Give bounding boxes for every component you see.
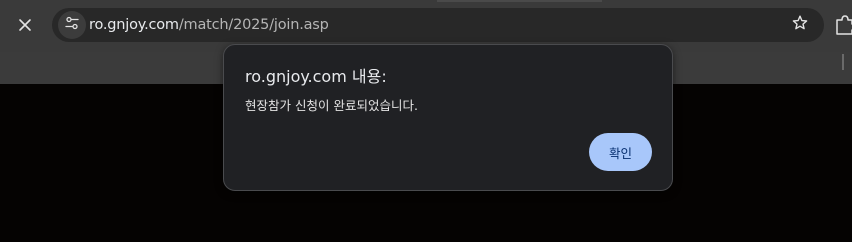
bookmark-bar-divider — [842, 54, 844, 70]
close-button[interactable] — [11, 12, 39, 40]
extensions-button[interactable] — [834, 14, 852, 36]
tune-icon — [64, 15, 80, 35]
star-icon — [791, 14, 809, 36]
dialog-title: ro.gnjoy.com 내용: — [245, 67, 387, 86]
close-icon — [18, 17, 32, 36]
site-info-button[interactable] — [58, 11, 86, 39]
puzzle-icon — [834, 15, 852, 36]
confirm-button[interactable]: 확인 — [589, 133, 652, 171]
bookmark-button[interactable] — [788, 13, 812, 37]
url-domain: ro.gnjoy.com — [89, 17, 179, 33]
tab-strip-edge — [437, 0, 602, 2]
dialog-message: 현장참가 신청이 완료되었습니다. — [245, 98, 418, 113]
address-bar[interactable]: ro.gnjoy.com/match/2025/join.asp — [52, 8, 824, 42]
url-path: /match/2025/join.asp — [178, 17, 329, 33]
url-text[interactable]: ro.gnjoy.com/match/2025/join.asp — [89, 16, 329, 34]
alert-dialog: ro.gnjoy.com 내용: 현장참가 신청이 완료되었습니다. 확인 — [223, 44, 673, 191]
